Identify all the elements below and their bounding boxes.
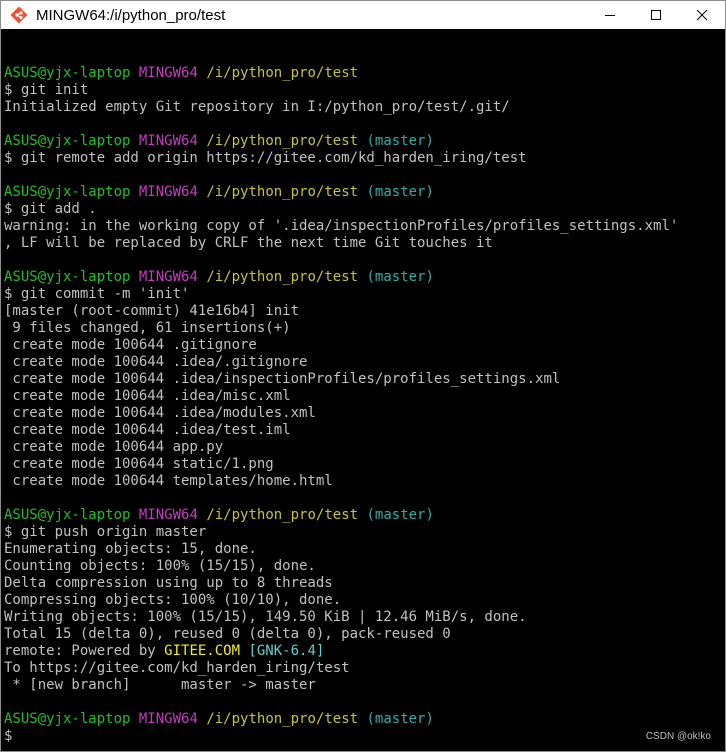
- output-line: create mode 100644 static/1.png: [4, 456, 274, 472]
- output-line: create mode 100644 .gitignore: [4, 337, 257, 353]
- prompt-path: /i/python_pro/test: [206, 184, 359, 200]
- prompt-path: /i/python_pro/test: [206, 269, 359, 285]
- output-line: create mode 100644 .idea/misc.xml: [4, 388, 291, 404]
- command-line: $ git push origin master: [4, 524, 207, 540]
- output-line: Enumerating objects: 15, done.: [4, 541, 257, 557]
- prompt-user: ASUS@yjx-laptop: [4, 711, 131, 727]
- terminal-window: MINGW64:/i/python_pro/test ASUS@yjx-lapt…: [0, 0, 726, 752]
- prompt-user: ASUS@yjx-laptop: [4, 65, 131, 81]
- output-segment: remote: Powered by: [4, 643, 165, 659]
- prompt-path: /i/python_pro/test: [206, 65, 359, 81]
- prompt-host: MINGW64: [138, 507, 198, 523]
- prompt-host: MINGW64: [138, 133, 198, 149]
- prompt-line: ASUS@yjx-laptop MINGW64 /i/python_pro/te…: [4, 133, 722, 150]
- output-line: create mode 100644 .idea/inspectionProfi…: [4, 371, 561, 387]
- prompt-line: ASUS@yjx-laptop MINGW64 /i/python_pro/te…: [4, 507, 722, 524]
- output-line: create mode 100644 app.py: [4, 439, 224, 455]
- minimize-icon: [605, 15, 615, 16]
- output-line: create mode 100644 templates/home.html: [4, 473, 333, 489]
- prompt-user: ASUS@yjx-laptop: [4, 133, 131, 149]
- maximize-icon: [651, 10, 661, 20]
- window-title: MINGW64:/i/python_pro/test: [36, 6, 226, 24]
- output-line: remote: Powered by GITEE.COM [GNK-6.4]: [4, 643, 722, 660]
- output-line: [master (root-commit) 41e16b4] init: [4, 303, 300, 319]
- command-line: $ git init: [4, 82, 89, 98]
- prompt-host: MINGW64: [138, 711, 198, 727]
- prompt-user: ASUS@yjx-laptop: [4, 269, 131, 285]
- output-line: Initialized empty Git repository in I:/p…: [4, 99, 510, 115]
- prompt-branch: (master): [366, 711, 434, 727]
- output-line: Delta compression using up to 8 threads: [4, 575, 333, 591]
- prompt-line: ASUS@yjx-laptop MINGW64 /i/python_pro/te…: [4, 184, 722, 201]
- command-line: $ git remote add origin https://gitee.co…: [4, 150, 527, 166]
- output-line: Total 15 (delta 0), reused 0 (delta 0), …: [4, 626, 451, 642]
- prompt-host: MINGW64: [138, 269, 198, 285]
- command-line: $: [4, 728, 13, 744]
- prompt-path: /i/python_pro/test: [206, 711, 359, 727]
- prompt-branch: (master): [366, 269, 434, 285]
- command-line: $ git commit -m 'init': [4, 286, 190, 302]
- terminal-output[interactable]: ASUS@yjx-laptop MINGW64 /i/python_pro/te…: [4, 48, 722, 748]
- close-button[interactable]: [679, 1, 725, 29]
- output-line: warning: in the working copy of '.idea/i…: [4, 218, 679, 234]
- watermark-text: CSDN @ok!ko: [645, 731, 711, 742]
- output-line: To https://gitee.com/kd_harden_iring/tes…: [4, 660, 350, 676]
- prompt-user: ASUS@yjx-laptop: [4, 507, 131, 523]
- output-line: * [new branch] master -> master: [4, 677, 316, 693]
- window-controls: [587, 1, 725, 29]
- prompt-path: /i/python_pro/test: [206, 133, 359, 149]
- prompt-branch: (master): [366, 184, 434, 200]
- prompt-path: /i/python_pro/test: [206, 507, 359, 523]
- command-line: $ git add .: [4, 201, 97, 217]
- output-line: Counting objects: 100% (15/15), done.: [4, 558, 316, 574]
- maximize-button[interactable]: [633, 1, 679, 29]
- prompt-user: ASUS@yjx-laptop: [4, 184, 131, 200]
- prompt-line: ASUS@yjx-laptop MINGW64 /i/python_pro/te…: [4, 65, 722, 82]
- prompt-line: ASUS@yjx-laptop MINGW64 /i/python_pro/te…: [4, 269, 722, 286]
- output-line: Writing objects: 100% (15/15), 149.50 Ki…: [4, 609, 527, 625]
- output-line: 9 files changed, 61 insertions(+): [4, 320, 291, 336]
- scrollbar[interactable]: [722, 29, 725, 751]
- output-segment: [GNK-6.4]: [248, 643, 325, 659]
- output-line: create mode 100644 .idea/.gitignore: [4, 354, 308, 370]
- minimize-button[interactable]: [587, 1, 633, 29]
- output-line: create mode 100644 .idea/modules.xml: [4, 405, 316, 421]
- output-segment: GITEE.COM: [164, 643, 241, 659]
- git-bash-icon: [10, 6, 28, 24]
- prompt-branch: (master): [366, 507, 434, 523]
- close-icon: [696, 9, 708, 21]
- output-line: Compressing objects: 100% (10/10), done.: [4, 592, 342, 608]
- output-line: create mode 100644 .idea/test.iml: [4, 422, 291, 438]
- title-bar[interactable]: MINGW64:/i/python_pro/test: [1, 1, 725, 29]
- prompt-line: ASUS@yjx-laptop MINGW64 /i/python_pro/te…: [4, 711, 722, 728]
- prompt-host: MINGW64: [138, 65, 198, 81]
- output-line: , LF will be replaced by CRLF the next t…: [4, 235, 493, 251]
- prompt-host: MINGW64: [138, 184, 198, 200]
- prompt-branch: (master): [366, 133, 434, 149]
